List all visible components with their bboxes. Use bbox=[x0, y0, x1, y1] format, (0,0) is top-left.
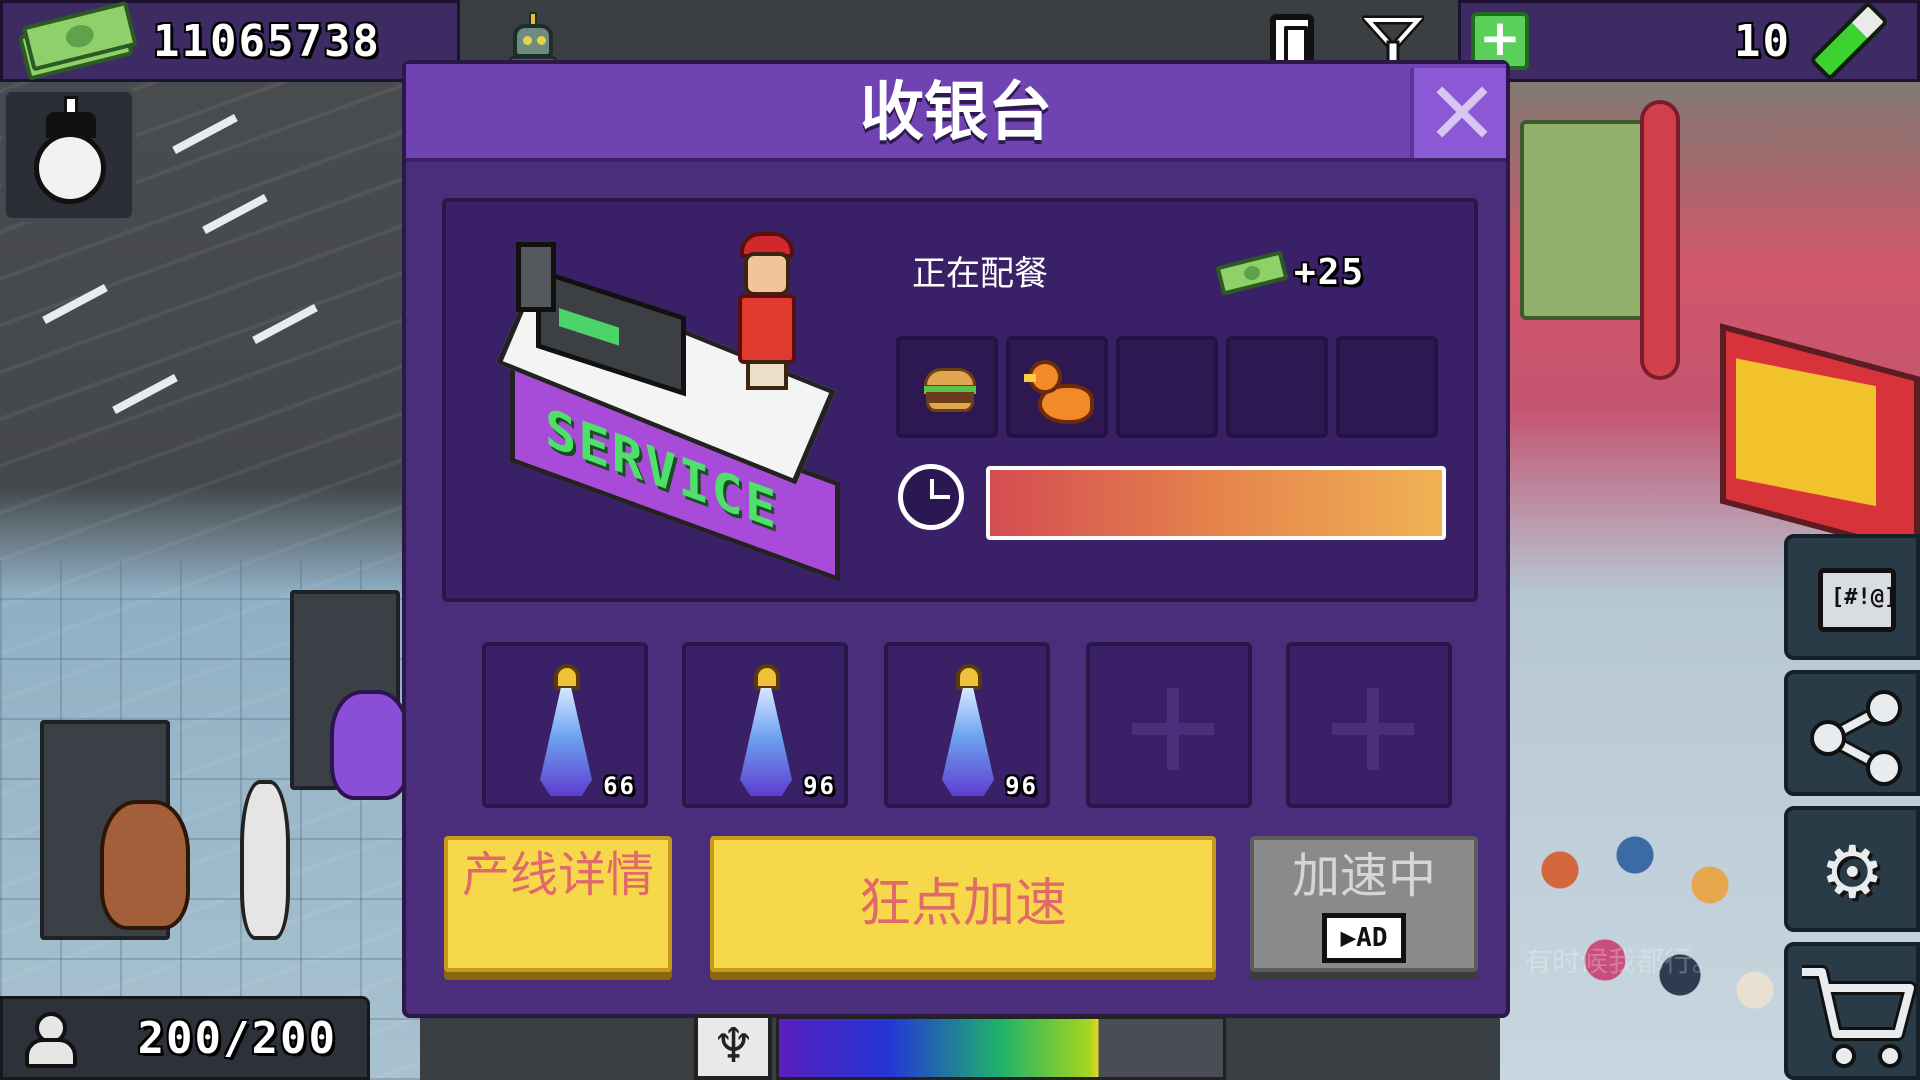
cash-icon bbox=[1215, 249, 1289, 296]
potion-count: 96 bbox=[1005, 772, 1038, 800]
population-display: 200/200 bbox=[0, 996, 370, 1080]
food-slot bbox=[896, 336, 998, 438]
person-icon bbox=[25, 1012, 77, 1068]
progress-bar bbox=[986, 466, 1446, 540]
potion-count: 96 bbox=[803, 772, 836, 800]
dialog-header: 收银台 bbox=[406, 64, 1506, 162]
food-slot-empty bbox=[1336, 336, 1438, 438]
plus-icon bbox=[1332, 688, 1414, 770]
share-button[interactable] bbox=[1784, 670, 1920, 796]
population-value: 200/200 bbox=[137, 1012, 337, 1064]
video-ad-icon: ▶AD bbox=[1322, 913, 1406, 963]
money-value: 11065738 bbox=[153, 15, 381, 67]
ad-boost-label: 加速中 bbox=[1291, 848, 1436, 904]
food-slot-empty bbox=[1226, 336, 1328, 438]
energy-value: 10 bbox=[1734, 15, 1791, 67]
money-display: 11065738 bbox=[0, 0, 460, 82]
potion-icon bbox=[938, 664, 998, 800]
food-slot-empty bbox=[1116, 336, 1218, 438]
reward-display: +25 bbox=[1215, 249, 1366, 296]
customer-crowd bbox=[1500, 780, 1800, 1080]
settings-button[interactable]: ⚙ bbox=[1784, 806, 1920, 932]
gift-button[interactable]: [#!@] bbox=[1784, 534, 1920, 660]
battery-icon bbox=[1808, 0, 1890, 82]
npc-worker[interactable] bbox=[100, 800, 190, 930]
cash-register-illustration: SERVICE bbox=[495, 232, 876, 583]
pipe bbox=[1640, 100, 1680, 380]
share-icon bbox=[1810, 690, 1902, 786]
tap-boost-button[interactable]: 狂点加速 bbox=[710, 836, 1216, 972]
counter-panel: SERVICE 正在配餐 +25 bbox=[442, 198, 1478, 602]
gift-icon: [#!@] bbox=[1818, 568, 1898, 632]
boost-slot[interactable]: 96 bbox=[682, 642, 848, 808]
food-slots bbox=[896, 336, 1438, 438]
potion-count: 66 bbox=[603, 772, 636, 800]
food-slot bbox=[1006, 336, 1108, 438]
cash-icon bbox=[16, 0, 147, 85]
burger-icon bbox=[924, 368, 976, 414]
rainbow-progress-bar bbox=[776, 1016, 1226, 1080]
npc-skeleton[interactable] bbox=[240, 780, 290, 940]
line-details-button[interactable]: 产线详情 bbox=[444, 836, 672, 972]
boost-slots: 66 96 96 bbox=[482, 642, 1462, 808]
close-button[interactable] bbox=[1410, 68, 1506, 158]
chat-hint: 有时候我都行。 bbox=[1524, 945, 1721, 978]
boost-slot-add[interactable] bbox=[1286, 642, 1452, 808]
ad-boost-button[interactable]: 加速中 ▶AD bbox=[1250, 836, 1478, 972]
status-label: 正在配餐 bbox=[912, 254, 1048, 294]
plus-icon bbox=[1132, 688, 1214, 770]
potion-icon bbox=[536, 664, 596, 800]
trophy-icon[interactable] bbox=[694, 1014, 772, 1080]
duck-icon bbox=[1024, 354, 1100, 430]
dialog-title: 收银台 bbox=[860, 76, 1052, 150]
cart-icon bbox=[1802, 965, 1917, 1068]
avatar bbox=[34, 132, 106, 204]
gift-code: [#!@] bbox=[1831, 585, 1898, 610]
avatar-button[interactable] bbox=[2, 88, 136, 222]
cashier-worker bbox=[728, 232, 808, 392]
boost-slot-add[interactable] bbox=[1086, 642, 1252, 808]
boost-slot[interactable]: 66 bbox=[482, 642, 648, 808]
energy-display: + 10 bbox=[1458, 0, 1920, 82]
boost-slot[interactable]: 96 bbox=[884, 642, 1050, 808]
potion-icon bbox=[736, 664, 796, 800]
cashier-dialog: 收银台 SERVICE 正在配餐 +25 66 96 96 产线详情 狂点加速 … bbox=[402, 60, 1510, 1018]
npc-monster[interactable] bbox=[330, 690, 410, 800]
gear-icon: ⚙ bbox=[1820, 830, 1885, 914]
timer-icon bbox=[898, 464, 964, 530]
shop-button[interactable] bbox=[1784, 942, 1920, 1080]
progress-fill bbox=[990, 470, 1442, 536]
reward-value: +25 bbox=[1294, 252, 1366, 293]
